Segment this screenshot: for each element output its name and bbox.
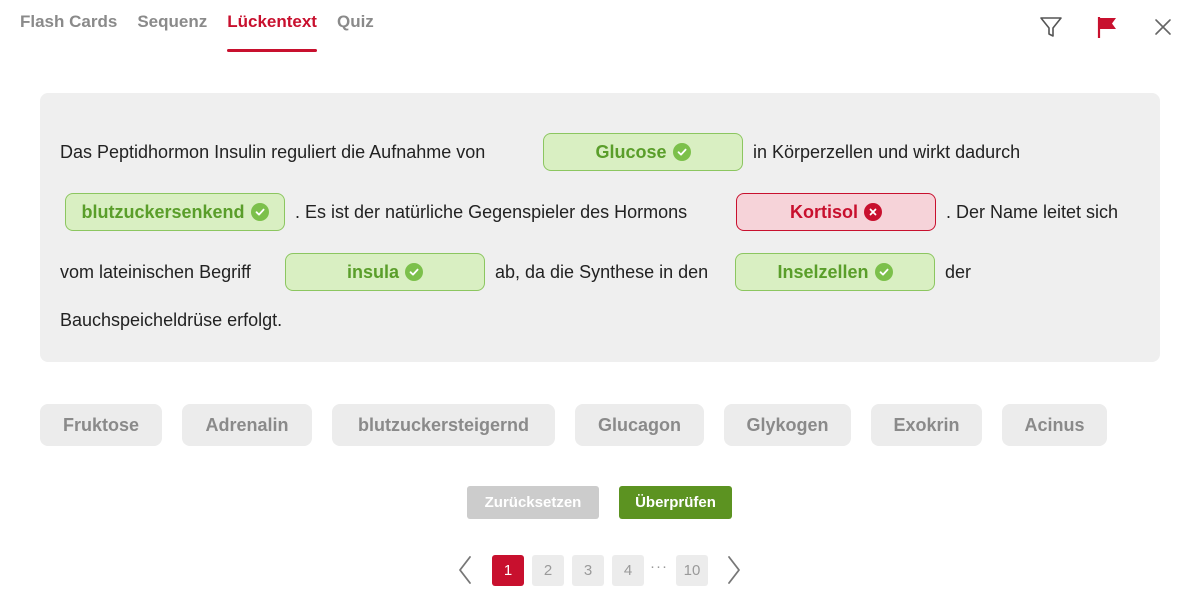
check-icon (672, 143, 691, 161)
flag-icon[interactable] (1094, 14, 1120, 40)
page-button[interactable]: 1 (492, 555, 524, 586)
check-button[interactable]: Überprüfen (619, 486, 732, 519)
option-chip[interactable]: Adrenalin (182, 404, 312, 446)
pagination-ellipsis: ··· (650, 558, 668, 575)
cloze-text: Bauchspeicheldrüse erfolgt. (60, 310, 283, 330)
blank-inselzellen[interactable]: Inselzellen (735, 253, 935, 291)
option-chip[interactable]: Acinus (1002, 404, 1107, 446)
reset-button[interactable]: Zurücksetzen (467, 486, 599, 519)
blank-insula[interactable]: insula (285, 253, 485, 291)
cloze-text: vom lateinischen Begriff (60, 262, 251, 282)
cloze-text: in Körperzellen und wirkt dadurch (753, 142, 1021, 162)
error-icon (864, 203, 882, 221)
toolbar-icons (1038, 14, 1176, 40)
chevron-right-icon[interactable] (724, 552, 744, 588)
cloze-text: . Der Name leitet sich (946, 202, 1119, 222)
cloze-text: der (945, 262, 972, 282)
blank-value: insula (346, 261, 399, 282)
tab-bar: Flash Cards Sequenz Lückentext Quiz (20, 12, 384, 54)
check-icon (405, 263, 423, 281)
option-chip[interactable]: Glykogen (724, 404, 851, 446)
cloze-text: Das Peptidhormon Insulin reguliert die A… (60, 142, 486, 162)
tab-flash-cards[interactable]: Flash Cards (20, 12, 127, 52)
filter-icon[interactable] (1038, 14, 1064, 40)
blank-kortisol[interactable]: Kortisol (736, 193, 936, 231)
chevron-left-icon[interactable] (455, 552, 475, 588)
blank-value: blutzuckersenkend (81, 201, 245, 222)
blank-blutzuckersenkend[interactable]: blutzuckersenkend (65, 193, 285, 231)
check-icon (250, 203, 269, 221)
tab-lueckentext[interactable]: Lückentext (227, 12, 317, 52)
cloze-text: ab, da die Synthese in den (495, 262, 709, 282)
close-icon[interactable] (1150, 14, 1176, 40)
page-button[interactable]: 4 (612, 555, 644, 586)
check-icon (874, 263, 893, 281)
blank-value: Glucose (595, 141, 667, 162)
cloze-text: . Es ist der natürliche Gegenspieler des… (295, 202, 688, 222)
option-chip[interactable]: Exokrin (871, 404, 982, 446)
page-button[interactable]: 10 (676, 555, 708, 586)
blank-value: Kortisol (789, 201, 858, 222)
blank-value: Inselzellen (777, 261, 869, 282)
option-chip[interactable]: Fruktose (40, 404, 162, 446)
cloze-panel: Das Peptidhormon Insulin reguliert die A… (40, 93, 1160, 362)
option-chip[interactable]: blutzuckersteigernd (332, 404, 555, 446)
option-chip[interactable]: Glucagon (575, 404, 704, 446)
tab-quiz[interactable]: Quiz (327, 12, 384, 52)
page-button[interactable]: 2 (532, 555, 564, 586)
tab-sequenz[interactable]: Sequenz (127, 12, 217, 52)
blank-glucose[interactable]: Glucose (543, 133, 743, 171)
page-button[interactable]: 3 (572, 555, 604, 586)
